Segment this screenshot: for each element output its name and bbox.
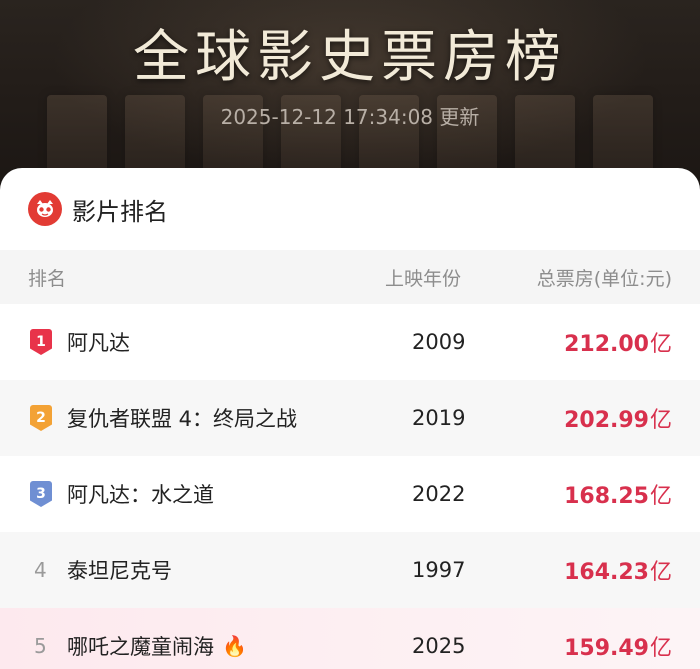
ranking-card: 影片排名 排名 上映年份 总票房(单位:元) 1 阿凡达 2009 212.00… [0, 168, 700, 669]
box-office-gross: 212.00亿 [564, 332, 672, 357]
movie-title: 泰坦尼克号 [67, 559, 172, 583]
rank-number: 5 [34, 634, 47, 658]
page-title: 全球影史票房榜 [133, 25, 567, 90]
release-year: 1997 [412, 558, 466, 582]
fire-icon: 🔥 [222, 634, 247, 658]
update-timestamp: 2025-12-12 17:34:08 更新 [220, 105, 480, 129]
table-header: 排名 上映年份 总票房(单位:元) [0, 250, 700, 304]
table-row[interactable]: 5 哪吒之魔童闹海 🔥 2025 159.49亿 [0, 608, 700, 669]
movie-title: 阿凡达 [67, 331, 130, 355]
box-office-gross: 164.23亿 [564, 560, 672, 585]
rank-number: 4 [34, 558, 47, 582]
table-row[interactable]: 3 阿凡达：水之道 2022 168.25亿 [0, 456, 700, 532]
movie-title: 哪吒之魔童闹海 🔥 [67, 634, 247, 659]
rank-badge: 1 [30, 329, 52, 355]
table-row[interactable]: 2 复仇者联盟 4：终局之战 2019 202.99亿 [0, 380, 700, 456]
table-row[interactable]: 1 阿凡达 2009 212.00亿 [0, 304, 700, 380]
table-row[interactable]: 4 泰坦尼克号 1997 164.23亿 [0, 532, 700, 608]
box-office-gross: 159.49亿 [564, 636, 672, 661]
release-year: 2025 [412, 634, 466, 658]
column-header-rank: 排名 [28, 267, 67, 290]
movie-title: 复仇者联盟 4：终局之战 [67, 407, 298, 431]
rank-badge: 3 [30, 481, 52, 507]
release-year: 2022 [412, 482, 466, 506]
movie-title: 阿凡达：水之道 [67, 483, 214, 507]
box-office-gross: 168.25亿 [564, 484, 672, 509]
release-year: 2019 [412, 406, 466, 430]
rank-badge: 2 [30, 405, 52, 431]
box-office-gross: 202.99亿 [564, 408, 672, 433]
cat-eye-logo-icon [28, 192, 62, 226]
column-header-year: 上映年份 [385, 267, 462, 290]
card-header: 影片排名 [0, 168, 700, 250]
release-year: 2009 [412, 330, 466, 354]
ranking-list: 1 阿凡达 2009 212.00亿 2 复仇者联盟 4：终局之战 2019 2… [0, 304, 700, 669]
column-header-gross: 总票房(单位:元) [536, 267, 672, 290]
card-title: 影片排名 [72, 197, 168, 226]
